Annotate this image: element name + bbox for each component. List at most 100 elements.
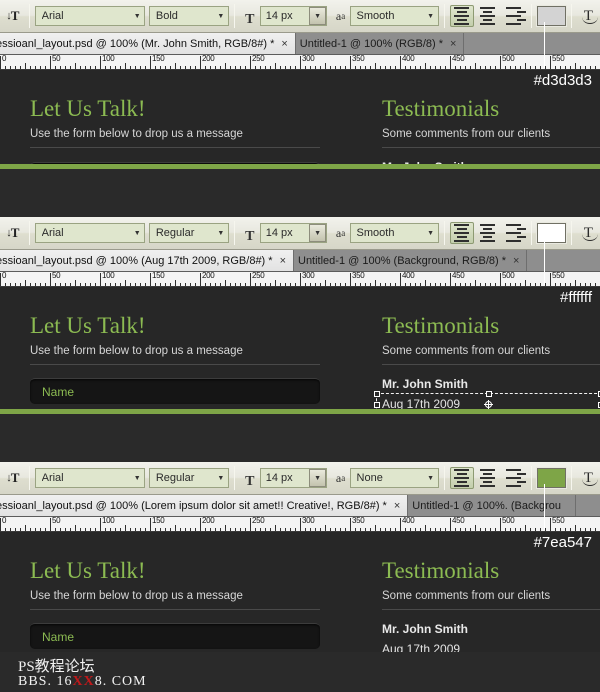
text-options-toolbar-3: ↓ T Arial ▼ Regular ▼ T 14 px ▼ aa None ▼ [0, 462, 600, 495]
ruler-tick [0, 56, 1, 69]
font-style-select[interactable]: Bold ▼ [148, 6, 229, 26]
font-family-select[interactable]: Arial ▼ [34, 223, 146, 243]
ruler-label: 350 [352, 272, 365, 280]
paragraph-align-group [449, 5, 526, 27]
align-center-button[interactable] [476, 222, 500, 244]
testimonial-author[interactable]: Mr. John Smith [382, 377, 600, 391]
ruler-tick [290, 283, 291, 286]
document-tab[interactable]: Untitled-1 @ 100% (RGB/8) * × [295, 33, 465, 54]
resize-handle[interactable] [374, 402, 380, 408]
ruler-tick [5, 528, 6, 531]
ruler-tick [30, 66, 31, 69]
chevron-down-icon[interactable]: ▼ [130, 469, 144, 487]
chevron-down-icon[interactable]: ▼ [309, 224, 327, 242]
chevron-down-icon[interactable]: ▼ [309, 7, 327, 25]
text-color-swatch[interactable] [535, 5, 567, 27]
testimonial-author[interactable]: Mr. John Smith [382, 622, 600, 636]
ruler-label: 150 [152, 55, 165, 63]
hex-color-label: #7ea547 [533, 534, 592, 551]
warp-text-icon[interactable]: T [577, 466, 600, 490]
ruler-tick [280, 66, 281, 69]
ruler-tick [195, 528, 196, 531]
document-tab[interactable]: essioanl_layout.psd @ 100% (Lorem ipsum … [0, 495, 409, 516]
align-center-button[interactable] [476, 467, 500, 489]
ruler-tick [335, 528, 336, 531]
ruler-label: 350 [352, 55, 365, 63]
ruler-tick [455, 66, 456, 69]
ruler-tick [40, 66, 41, 69]
align-left-button[interactable] [449, 467, 474, 489]
watermark-suffix: 8. COM [94, 674, 147, 690]
font-style-value: Regular [155, 227, 195, 239]
ruler-tick [395, 283, 396, 286]
font-size-select[interactable]: 14 px ▼ [259, 6, 328, 26]
antialias-select[interactable]: None ▼ [349, 468, 439, 488]
text-orientation-icon[interactable]: ↓ T [2, 221, 24, 245]
align-left-button[interactable] [449, 222, 474, 244]
ruler-tick [100, 56, 101, 69]
ruler-tick [170, 283, 171, 286]
ruler-tick [245, 283, 246, 286]
chevron-down-icon[interactable]: ▼ [424, 469, 438, 487]
ruler-tick [265, 283, 266, 286]
document-tab[interactable]: essioanl_layout.psd @ 100% (Mr. John Smi… [0, 33, 296, 54]
name-input-placeholder: Name [42, 384, 75, 399]
antialias-value: Smooth [356, 10, 395, 22]
close-icon[interactable]: × [281, 38, 287, 50]
ruler-tick [130, 66, 131, 69]
ruler-tick [240, 66, 241, 69]
testimonial-date[interactable]: Aug 17th 2009 [382, 642, 600, 652]
text-color-swatch[interactable] [535, 467, 567, 489]
ruler-tick [510, 283, 511, 286]
font-size-select[interactable]: 14 px ▼ [259, 468, 328, 488]
name-input-field[interactable]: Name [30, 378, 320, 404]
chevron-down-icon[interactable]: ▼ [424, 224, 438, 242]
document-tab[interactable]: Untitled-1 @ 100% (Background, RGB/8) * … [294, 250, 528, 271]
chevron-down-icon[interactable]: ▼ [214, 469, 228, 487]
ruler-tick [595, 66, 596, 69]
name-input-field[interactable]: Name [30, 623, 320, 649]
ruler-tick [365, 66, 366, 69]
antialias-select[interactable]: Smooth ▼ [349, 223, 439, 243]
align-right-button[interactable] [502, 5, 526, 27]
ruler-tick [310, 66, 311, 69]
document-tab[interactable]: essioanl_layout.psd @ 100% (Aug 17th 200… [0, 250, 294, 271]
document-tab[interactable]: Untitled-1 @ 100%. (Backgrou [408, 495, 577, 516]
ruler-tick [180, 283, 181, 286]
align-left-button[interactable] [449, 5, 474, 27]
close-icon[interactable]: × [280, 255, 286, 267]
warp-text-icon[interactable]: T [577, 4, 600, 28]
chevron-down-icon[interactable]: ▼ [309, 469, 327, 487]
align-center-button[interactable] [476, 5, 500, 27]
antialias-select[interactable]: Smooth ▼ [349, 6, 439, 26]
close-icon[interactable]: × [513, 255, 519, 267]
ruler-tick [550, 518, 551, 531]
font-size-select[interactable]: 14 px ▼ [259, 223, 328, 243]
resize-handle[interactable] [374, 391, 380, 397]
ruler-tick [400, 56, 401, 69]
font-family-select[interactable]: Arial ▼ [34, 6, 146, 26]
text-color-swatch[interactable] [535, 222, 567, 244]
text-orientation-icon[interactable]: ↓ T [2, 466, 24, 490]
chevron-down-icon[interactable]: ▼ [424, 7, 438, 25]
ruler-tick [365, 283, 366, 286]
chevron-down-icon[interactable]: ▼ [214, 7, 228, 25]
ruler-tick [310, 283, 311, 286]
text-orientation-icon[interactable]: ↓ T [2, 4, 24, 28]
chevron-down-icon[interactable]: ▼ [130, 7, 144, 25]
align-right-button[interactable] [502, 467, 526, 489]
align-right-button[interactable] [502, 222, 526, 244]
chevron-down-icon[interactable]: ▼ [130, 224, 144, 242]
font-style-select[interactable]: Regular ▼ [148, 468, 229, 488]
font-family-select[interactable]: Arial ▼ [34, 468, 146, 488]
ruler-tick [145, 66, 146, 69]
ruler-tick [390, 66, 391, 69]
ruler-tick [430, 66, 431, 69]
close-icon[interactable]: × [394, 500, 400, 512]
font-style-select[interactable]: Regular ▼ [148, 223, 229, 243]
close-icon[interactable]: × [450, 38, 456, 50]
warp-text-icon[interactable]: T [577, 221, 600, 245]
ruler-tick [205, 528, 206, 531]
photoshop-screenshot-panel-2: ↓ T Arial ▼ Regular ▼ T 14 px ▼ aa Smooth… [0, 217, 600, 462]
chevron-down-icon[interactable]: ▼ [214, 224, 228, 242]
